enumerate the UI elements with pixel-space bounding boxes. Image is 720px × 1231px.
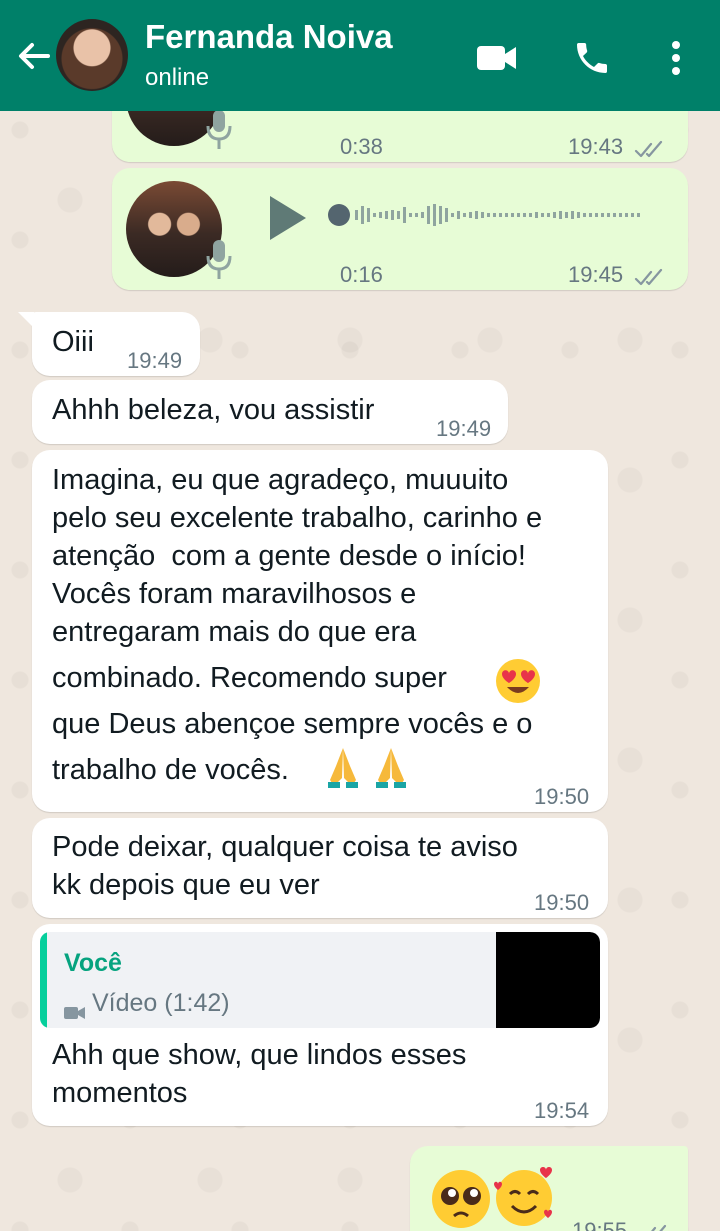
message-line: pelo seu excelente trabalho, carinho e bbox=[52, 502, 543, 534]
back-arrow-icon[interactable] bbox=[14, 36, 54, 76]
message-time: 19:49 bbox=[127, 348, 183, 373]
message-line: que Deus abençoe sempre vocês e o bbox=[52, 708, 533, 740]
praying-hands-emoji bbox=[324, 744, 362, 800]
quote-text: Vídeo (1:42) bbox=[92, 989, 230, 1017]
contact-avatar[interactable] bbox=[56, 19, 128, 91]
message-time: 19:54 bbox=[534, 1098, 590, 1123]
message-line: atenção com a gente desde o início! bbox=[52, 540, 526, 572]
message-line: combinado. Recomendo super bbox=[52, 662, 447, 694]
message-line: Ahh que show, que lindos esses bbox=[52, 1039, 467, 1071]
quote-accent-bar bbox=[40, 932, 47, 1028]
message-line: kk depois que eu ver bbox=[52, 869, 320, 901]
pleading-face-emoji bbox=[430, 1168, 492, 1231]
voice-message[interactable]: 0:16 19:45 bbox=[112, 168, 688, 290]
praying-hands-emoji bbox=[372, 744, 410, 800]
contact-status: online bbox=[145, 64, 210, 91]
quote-author: Você bbox=[64, 949, 122, 977]
voice-duration: 0:38 bbox=[340, 134, 383, 159]
voice-duration: 0:16 bbox=[340, 262, 383, 287]
message-line: entregaram mais do que era bbox=[52, 616, 417, 648]
incoming-message[interactable]: Ahhh beleza, vou assistir 19:49 bbox=[32, 380, 508, 444]
audio-waveform[interactable] bbox=[327, 200, 667, 230]
video-thumbnail[interactable] bbox=[496, 932, 600, 1028]
incoming-message[interactable]: Imagina, eu que agradeço, muuuito pelo s… bbox=[32, 450, 608, 812]
message-time: 19:55 bbox=[572, 1218, 628, 1231]
message-text: Oiii bbox=[52, 326, 94, 358]
message-line: Vocês foram maravilhosos e bbox=[52, 578, 417, 610]
outgoing-message[interactable]: 19:55 bbox=[410, 1146, 688, 1231]
message-time: 19:49 bbox=[436, 416, 492, 441]
double-check-icon bbox=[638, 1216, 670, 1231]
incoming-message[interactable]: Pode deixar, qualquer coisa te aviso kk … bbox=[32, 818, 608, 918]
message-text: Ahhh beleza, vou assistir bbox=[52, 394, 375, 426]
microphone-icon bbox=[204, 238, 234, 282]
message-time: 19:43 bbox=[568, 134, 624, 159]
incoming-message[interactable]: Oiii 19:49 bbox=[32, 312, 200, 376]
smiling-face-with-hearts-emoji bbox=[492, 1164, 558, 1231]
message-line: Pode deixar, qualquer coisa te aviso bbox=[52, 831, 518, 863]
message-line: momentos bbox=[52, 1077, 188, 1109]
video-call-icon[interactable] bbox=[476, 38, 516, 78]
message-time: 19:50 bbox=[534, 890, 590, 915]
play-icon[interactable] bbox=[266, 193, 310, 243]
message-line: Imagina, eu que agradeço, muuuito bbox=[52, 464, 509, 496]
microphone-icon bbox=[204, 108, 234, 152]
quoted-message[interactable]: Você Vídeo (1:42) bbox=[40, 932, 600, 1028]
bubble-tail bbox=[18, 312, 34, 328]
message-line: trabalho de vocês. bbox=[52, 754, 289, 786]
double-check-icon bbox=[634, 132, 666, 158]
video-camera-icon bbox=[64, 992, 86, 1019]
contact-name[interactable]: Fernanda Noiva bbox=[145, 18, 393, 56]
message-time: 19:50 bbox=[534, 784, 590, 809]
message-time: 19:45 bbox=[568, 262, 624, 287]
phone-icon[interactable] bbox=[572, 38, 612, 78]
menu-dots-icon[interactable] bbox=[656, 38, 696, 78]
incoming-reply-message[interactable]: Você Vídeo (1:42) Ahh que show, que lind… bbox=[32, 924, 608, 1126]
chat-header: Fernanda Noiva online bbox=[0, 0, 720, 111]
double-check-icon bbox=[634, 260, 666, 286]
